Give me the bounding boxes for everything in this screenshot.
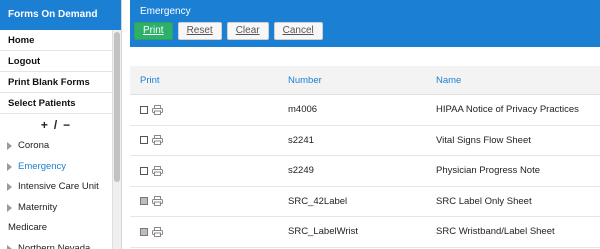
tree-item-label: Maternity [18, 201, 58, 213]
caret-right-icon[interactable] [7, 162, 12, 171]
tree-item-label: Intensive Care Unit [18, 181, 99, 192]
main-panel: Emergency Print Reset Clear Cancel Print… [130, 0, 600, 249]
sidebar-link-print-blank-forms[interactable]: Print Blank Forms [0, 72, 121, 93]
row-print-cell [130, 135, 277, 146]
tree-item-intensive-care-unit[interactable]: Intensive Care Unit [0, 177, 121, 198]
select-checkbox[interactable] [140, 227, 148, 236]
toolbar: Print Reset Clear Cancel [134, 22, 600, 40]
tree-item-northern-nevada[interactable]: Northern Nevada [0, 239, 121, 249]
expand-collapse-toggle: + / − [0, 114, 111, 136]
table-row[interactable]: m4006 HIPAA Notice of Privacy Practices [130, 95, 600, 126]
forms-table: Print Number Name m4006 HIPAA Notice of … [130, 66, 600, 248]
row-print-cell [130, 165, 277, 176]
tree-item-corona[interactable]: Corona [0, 136, 121, 157]
table-row[interactable]: SRC_LabelWrist SRC Wristband/Label Sheet [130, 217, 600, 248]
row-name: Vital Signs Flow Sheet [436, 134, 531, 146]
sidebar-title: Forms On Demand [0, 0, 121, 30]
tree-item-medicare[interactable]: Medicare [0, 218, 121, 239]
row-name: SRC Wristband/Label Sheet [436, 226, 555, 238]
select-checkbox[interactable] [140, 136, 148, 145]
row-print-cell [130, 226, 277, 237]
tree-item-maternity[interactable]: Maternity [0, 198, 121, 219]
cancel-button[interactable]: Cancel [273, 22, 323, 40]
reset-button[interactable]: Reset [177, 22, 222, 40]
caret-right-icon[interactable] [7, 142, 12, 151]
caret-right-icon[interactable] [7, 244, 12, 249]
column-header-number[interactable]: Number [277, 75, 425, 86]
sidebar-scrollbar[interactable] [112, 30, 121, 249]
table-row[interactable]: s2249 Physician Progress Note [130, 156, 600, 187]
caret-right-icon[interactable] [7, 203, 12, 212]
sidebar-link-home[interactable]: Home [0, 30, 121, 51]
clear-button[interactable]: Clear [226, 22, 269, 40]
table-row[interactable]: SRC_42Label SRC Label Only Sheet [130, 187, 600, 217]
collapse-all-button[interactable]: − [63, 118, 70, 132]
sidebar-link-select-patients[interactable]: Select Patients [0, 93, 121, 114]
column-header-print[interactable]: Print [130, 75, 277, 86]
row-print-cell [130, 104, 277, 115]
row-name: HIPAA Notice of Privacy Practices [436, 104, 579, 116]
table-row[interactable]: s2241 Vital Signs Flow Sheet [130, 126, 600, 156]
printer-icon[interactable] [152, 104, 163, 115]
row-number: m4006 [288, 104, 318, 116]
row-name: Physician Progress Note [436, 165, 541, 177]
row-print-cell [130, 196, 277, 207]
sidebar-link-logout[interactable]: Logout [0, 51, 121, 72]
row-number: s2241 [288, 134, 314, 146]
sidebar: Forms On Demand Home Logout Print Blank … [0, 0, 122, 249]
row-number: s2249 [288, 165, 314, 177]
tree-item-label: Northern Nevada [18, 242, 91, 249]
column-header-name[interactable]: Name [425, 75, 600, 86]
print-button[interactable]: Print [134, 22, 173, 40]
row-number: SRC_42Label [288, 195, 348, 207]
select-checkbox[interactable] [140, 197, 148, 206]
printer-icon[interactable] [152, 135, 163, 146]
printer-icon[interactable] [152, 226, 163, 237]
scrollbar-thumb[interactable] [114, 32, 120, 182]
select-checkbox[interactable] [140, 105, 148, 114]
page-title: Emergency [140, 6, 191, 17]
tree-item-label: Corona [18, 140, 50, 151]
toggle-separator: / [53, 118, 58, 132]
select-checkbox[interactable] [140, 166, 148, 175]
printer-icon[interactable] [152, 165, 163, 176]
row-name: SRC Label Only Sheet [436, 195, 532, 207]
printer-icon[interactable] [152, 196, 163, 207]
row-number: SRC_LabelWrist [288, 226, 359, 238]
tree-item-label: Emergency [18, 160, 67, 172]
tree-item-label: Medicare [8, 222, 48, 233]
tree-item-emergency[interactable]: Emergency [0, 157, 121, 178]
expand-all-button[interactable]: + [41, 118, 48, 132]
caret-right-icon[interactable] [7, 183, 12, 192]
table-header: Print Number Name [130, 66, 600, 95]
header-bar: Emergency Print Reset Clear Cancel [130, 0, 600, 47]
